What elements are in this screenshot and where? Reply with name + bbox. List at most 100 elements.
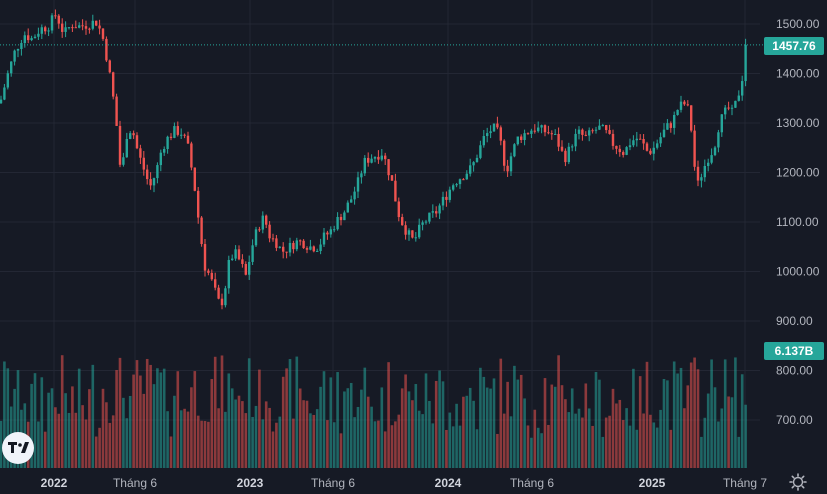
volume-bar	[217, 408, 220, 468]
candle-body	[605, 125, 608, 131]
volume-bar	[312, 414, 316, 468]
candle-body	[390, 175, 394, 181]
volume-bar	[196, 415, 200, 468]
volume-bar	[50, 388, 54, 468]
candle-body	[727, 107, 730, 109]
volume-bar	[533, 409, 537, 468]
candle-body	[10, 61, 13, 74]
candle-body	[156, 165, 159, 179]
candle-body	[166, 136, 169, 150]
volume-bar	[448, 412, 452, 468]
volume-bar	[81, 405, 84, 468]
volume-bar	[676, 373, 679, 468]
candle-body	[622, 152, 625, 155]
candle-body	[741, 81, 744, 96]
candle-body	[248, 261, 251, 275]
volume-bar	[519, 374, 523, 468]
volume-bar	[353, 417, 356, 468]
volume-bar	[329, 377, 333, 468]
candle-body	[231, 258, 234, 260]
candle-body	[295, 240, 298, 250]
volume-bar	[37, 421, 40, 468]
candle-body	[176, 126, 179, 135]
candle-body	[404, 225, 407, 235]
candle-body	[169, 136, 173, 138]
price-tick-label: 1200.00	[776, 166, 820, 180]
volume-bar	[302, 400, 305, 468]
candle-body	[550, 133, 553, 135]
volume-bar	[638, 376, 642, 468]
volume-bar	[428, 400, 431, 468]
time-tick-label: 2025	[639, 476, 666, 490]
tradingview-logo-circle[interactable]	[2, 432, 34, 464]
volume-bar	[101, 388, 105, 468]
volume-bar	[608, 415, 611, 468]
volume-bar	[67, 412, 71, 468]
volume-bar	[479, 367, 482, 468]
volume-bar	[377, 420, 380, 468]
volume-bar	[336, 372, 339, 468]
volume-bar	[560, 385, 564, 468]
volume-bar	[720, 408, 724, 468]
candle-body	[574, 133, 577, 147]
candle-body	[693, 130, 696, 167]
candle-body	[601, 125, 604, 127]
candle-body	[486, 133, 489, 137]
volume-bar	[349, 382, 353, 468]
candle-body	[594, 129, 598, 131]
volume-bar	[169, 436, 173, 468]
volume-bar	[261, 419, 265, 468]
candle-body	[710, 155, 713, 163]
volume-bar	[43, 431, 47, 468]
candle-body	[159, 152, 162, 166]
candle-body	[377, 156, 380, 160]
candle-body	[360, 173, 363, 178]
volume-bar	[462, 396, 465, 468]
candle-body	[635, 138, 638, 141]
volume-bar	[183, 408, 186, 468]
candle-body	[101, 28, 105, 39]
volume-bar	[149, 364, 152, 468]
candle-body	[435, 211, 438, 214]
candle-body	[533, 130, 536, 132]
candle-body	[431, 211, 434, 213]
volume-bar	[669, 429, 673, 468]
candle-body	[618, 148, 621, 153]
candle-body	[520, 136, 523, 141]
volume-bar	[281, 376, 285, 468]
candle-body	[353, 191, 356, 200]
volume-bar	[679, 367, 683, 468]
price-chart[interactable]: 1500.00 1400.00 1300.00 1200.00 1100.00 1000.…	[0, 0, 827, 494]
volume-bar	[88, 389, 91, 468]
candle-body	[581, 129, 584, 135]
tradingview-logo[interactable]	[2, 432, 34, 464]
volume-bar	[390, 425, 394, 468]
volume-bar	[553, 386, 557, 468]
volume-bar	[162, 368, 166, 468]
time-tick-label: Tháng 7	[723, 476, 767, 490]
last-price-label: 1457.76	[764, 37, 824, 55]
volume-bar	[645, 361, 649, 468]
candle-body	[118, 125, 122, 165]
volume-bar	[247, 358, 251, 468]
volume-bar	[135, 360, 139, 468]
volume-bar	[230, 388, 234, 468]
volume-bar	[659, 409, 662, 468]
candle-body	[717, 132, 720, 148]
volume-bar	[108, 422, 112, 468]
volume-bar	[40, 377, 44, 468]
candle-body	[401, 217, 404, 226]
candle-body	[428, 212, 431, 222]
candle-body	[20, 43, 23, 49]
candle-body	[458, 179, 462, 185]
candle-body	[724, 107, 727, 115]
candle-body	[64, 27, 67, 32]
volume-bar	[611, 388, 615, 468]
candle-body	[441, 196, 445, 206]
price-tick-label: 1000.00	[776, 265, 820, 279]
time-tick-label: 2024	[435, 476, 462, 490]
candle-body	[54, 15, 57, 17]
candle-body	[557, 133, 560, 147]
volume-bar	[550, 384, 554, 468]
volume-bar	[271, 431, 275, 468]
